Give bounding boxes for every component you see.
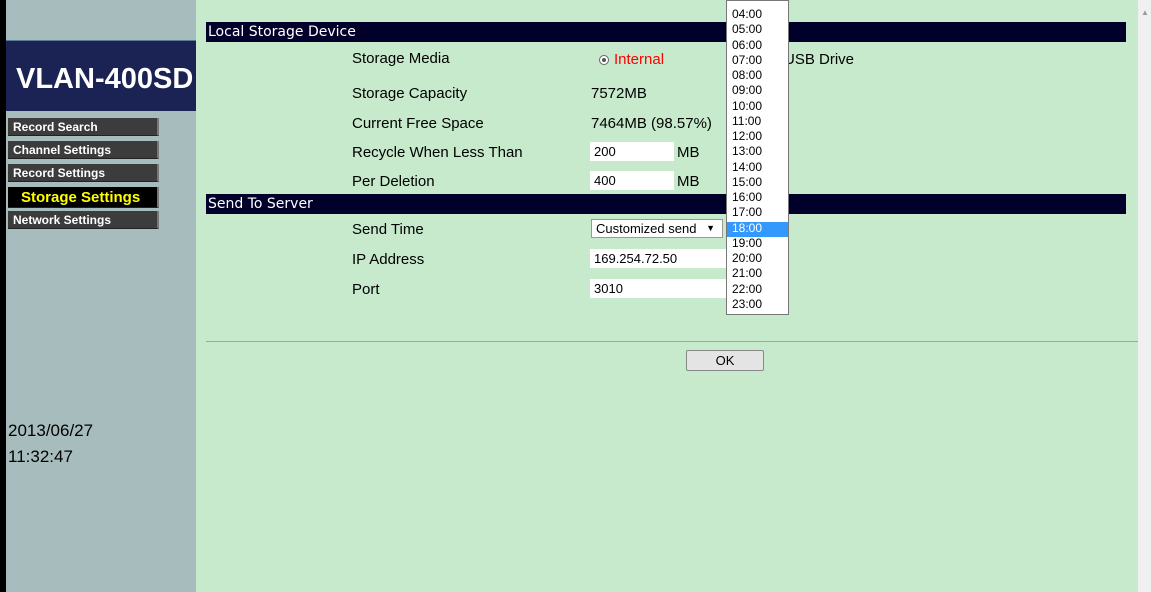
time-display: 11:32:47: [8, 447, 73, 466]
brand-logo: VLAN-400SD: [16, 63, 194, 95]
nav-storage-settings[interactable]: Storage Settings: [8, 187, 159, 208]
ok-button[interactable]: OK: [686, 350, 764, 371]
main-content: Local Storage Device Storage Media Inter…: [196, 0, 1138, 592]
dropdown-option[interactable]: 11:00: [727, 114, 788, 130]
dropdown-option[interactable]: 09:00: [727, 84, 788, 99]
time-dropdown-list[interactable]: 04:00 05:00 06:00 07:00 08:00 09:00 10:00 11:00…: [726, 0, 789, 315]
send-time-label: Send Time: [352, 221, 424, 238]
recycle-unit: MB: [677, 144, 700, 161]
send-time-value: Customized send: [596, 221, 697, 236]
usb-drive-label: USB Drive: [784, 51, 855, 68]
date-display: 2013/06/27: [8, 421, 94, 440]
port-input[interactable]: [590, 279, 728, 298]
deletion-input[interactable]: [590, 171, 674, 190]
free-space-value: 7464MB (98.57%): [591, 115, 712, 132]
capacity-label: Storage Capacity: [352, 85, 468, 102]
dropdown-option[interactable]: 04:00: [727, 7, 788, 23]
chevron-down-icon: ▼: [706, 223, 715, 233]
scroll-up-icon[interactable]: ▲: [1141, 8, 1149, 17]
local-storage-header: Local Storage Device: [206, 22, 1126, 42]
nav-network-settings[interactable]: Network Settings: [8, 211, 159, 229]
dropdown-option[interactable]: 21:00: [727, 267, 788, 282]
dropdown-option[interactable]: 20:00: [727, 251, 788, 267]
vertical-scrollbar[interactable]: ▲: [1138, 0, 1151, 592]
dropdown-option[interactable]: 16:00: [727, 190, 788, 206]
recycle-label: Recycle When Less Than: [352, 144, 523, 161]
send-to-server-header: Send To Server: [206, 194, 1126, 214]
dropdown-option[interactable]: 22:00: [727, 282, 788, 298]
ip-address-label: IP Address: [352, 251, 425, 268]
nav-channel-settings[interactable]: Channel Settings: [8, 141, 159, 159]
dropdown-option[interactable]: 15:00: [727, 175, 788, 191]
nav-record-settings[interactable]: Record Settings: [8, 164, 159, 182]
storage-media-label: Storage Media: [352, 50, 450, 67]
free-space-label: Current Free Space: [352, 115, 484, 132]
nav-record-search[interactable]: Record Search: [8, 118, 159, 136]
send-time-select[interactable]: Customized send ▼: [591, 219, 723, 238]
dropdown-option[interactable]: 19:00: [727, 236, 788, 252]
internal-radio[interactable]: [599, 55, 609, 65]
ip-address-input[interactable]: [590, 249, 728, 268]
dropdown-option[interactable]: 17:00: [727, 206, 788, 221]
deletion-unit: MB: [677, 173, 700, 190]
recycle-input[interactable]: [590, 142, 674, 161]
dropdown-option[interactable]: 18:00: [727, 221, 788, 237]
dropdown-option[interactable]: 10:00: [727, 99, 788, 115]
dropdown-option[interactable]: 08:00: [727, 68, 788, 84]
dropdown-option[interactable]: 14:00: [727, 160, 788, 176]
dropdown-option[interactable]: 07:00: [727, 53, 788, 69]
dropdown-option[interactable]: 06:00: [727, 38, 788, 54]
brand-bar: VLAN-400SD: [6, 40, 196, 111]
dropdown-option[interactable]: 05:00: [727, 23, 788, 38]
dropdown-option[interactable]: 23:00: [727, 297, 788, 313]
divider: [206, 341, 1138, 342]
dropdown-option[interactable]: 12:00: [727, 129, 788, 145]
port-label: Port: [352, 281, 380, 298]
capacity-value: 7572MB: [591, 85, 647, 102]
internal-label: Internal: [614, 51, 665, 68]
per-deletion-label: Per Deletion: [352, 173, 435, 190]
dropdown-option[interactable]: 13:00: [727, 145, 788, 160]
